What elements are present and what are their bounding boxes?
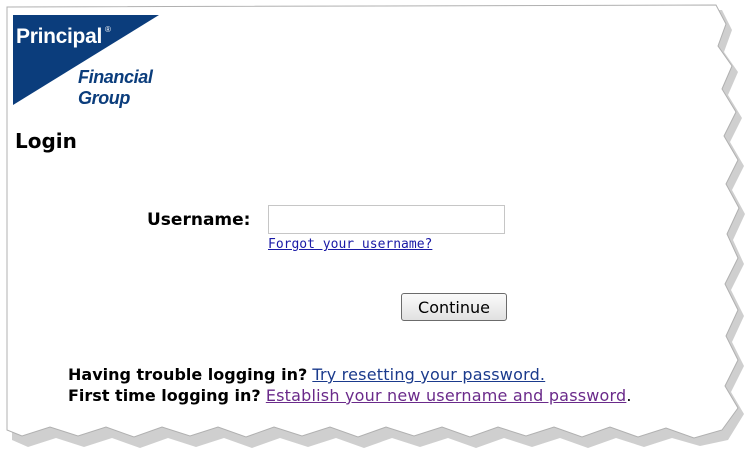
continue-button[interactable]: Continue <box>401 293 507 321</box>
first-time-text: First time logging in? <box>68 386 261 405</box>
period-text: . <box>626 386 632 405</box>
principal-logo: Principal ® Financial Group <box>13 15 159 108</box>
logo-line1: Financial <box>78 67 154 87</box>
username-input[interactable] <box>268 205 505 234</box>
help-line-first-time: First time logging in? Establish your ne… <box>68 386 631 405</box>
page-title: Login <box>15 129 77 153</box>
logo-brand-text: Principal <box>16 25 102 48</box>
logo-line2: Group <box>78 88 130 108</box>
trouble-text: Having trouble logging in? <box>68 365 308 384</box>
help-line-trouble: Having trouble logging in? Try resetting… <box>68 365 545 384</box>
reset-password-link[interactable]: Try resetting your password. <box>312 365 545 384</box>
establish-account-link[interactable]: Establish your new username and password <box>266 386 627 405</box>
username-label: Username: <box>147 210 251 230</box>
forgot-username-link[interactable]: Forgot your username? <box>268 237 432 252</box>
logo-registered-mark: ® <box>105 25 111 34</box>
